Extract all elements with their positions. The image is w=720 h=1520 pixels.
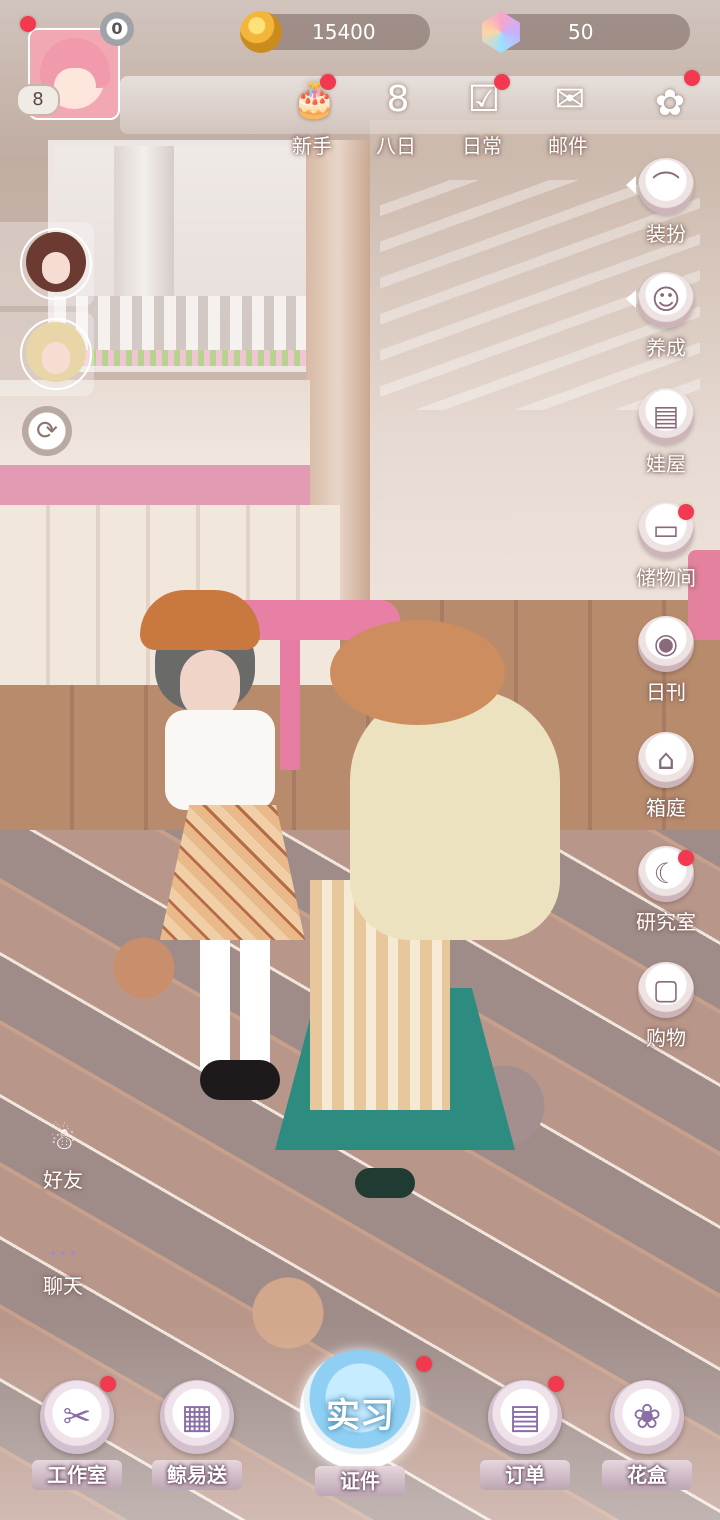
studio-badge — [100, 1376, 116, 1392]
nurture-button[interactable]: ☺ 养成 — [618, 272, 718, 372]
doll-2-shoes[interactable] — [355, 1168, 415, 1198]
lab-badge — [678, 850, 694, 866]
orders-button[interactable]: ▤ 订单 — [470, 1380, 580, 1500]
portrait-face — [42, 342, 70, 374]
chat-bubble-icon: … — [48, 1228, 78, 1263]
gem-counter[interactable]: 50 — [490, 14, 690, 50]
order-paper-icon: ▤ — [488, 1380, 562, 1454]
newbie-button[interactable]: 🎂 新手 — [272, 78, 352, 168]
doll-house-label: 娃屋 — [646, 452, 686, 476]
shop-label: 购物 — [646, 1026, 686, 1050]
dress-up-button[interactable]: ⌒ 装扮 — [618, 158, 718, 258]
chat-button[interactable]: … 聊天 — [18, 1226, 108, 1306]
scissors-book-icon: ✂ — [40, 1380, 114, 1454]
expand-arrow-icon — [626, 176, 636, 194]
doll-house-button[interactable]: ▤ 娃屋 — [618, 388, 718, 488]
box-garden-label: 箱庭 — [646, 796, 686, 820]
friends-button[interactable]: ☃ 好友 — [18, 1120, 108, 1200]
daily-news-button[interactable]: ◉ 日刊 — [618, 616, 718, 716]
storage-badge — [678, 504, 694, 520]
lab-label: 研究室 — [636, 910, 696, 934]
doll-2-hat[interactable] — [330, 620, 505, 725]
eight-day-button[interactable]: 8 八日 — [356, 78, 436, 168]
gold-coin-icon — [240, 11, 282, 53]
house-lock-icon: ⌂ — [638, 732, 694, 788]
friends-icon: ☃ — [49, 1122, 77, 1157]
player-level-badge: 8 — [16, 84, 60, 116]
pink-panel — [0, 465, 310, 510]
mail-label: 邮件 — [548, 134, 588, 158]
gem-amount: 50 — [568, 20, 594, 44]
studio-label: 工作室 — [32, 1460, 122, 1490]
portrait-face — [42, 252, 70, 284]
dress-up-label: 装扮 — [646, 222, 686, 246]
doll-portrait-brown-hair — [20, 228, 92, 300]
eight-day-calendar-icon: 8 — [386, 79, 410, 120]
delivery-label: 鲸易送 — [152, 1460, 242, 1490]
doll-1-legs[interactable] — [200, 940, 270, 1070]
internship-certificate-button[interactable]: 实习 证件 — [300, 1350, 420, 1500]
shop-button[interactable]: ▢ 购物 — [618, 962, 718, 1062]
newbie-label: 新手 — [292, 134, 332, 158]
game-scene — [0, 0, 720, 1520]
coin-amount: 15400 — [312, 20, 376, 44]
orders-badge — [548, 1376, 564, 1392]
mail-button[interactable]: ✉ 邮件 — [528, 78, 608, 168]
doll-face-icon: ☺ — [638, 272, 694, 328]
storage-label: 储物间 — [636, 566, 696, 590]
mail-icon: ✉ — [554, 79, 586, 120]
doll-1-shoes[interactable] — [200, 1060, 280, 1100]
refresh-icon[interactable]: ⟳ — [22, 406, 72, 456]
doll-2-hair[interactable] — [350, 690, 560, 940]
daily-button[interactable]: ☑ 日常 — [442, 78, 522, 168]
lab-button[interactable]: ☾ 研究室 — [618, 846, 718, 946]
side-character-tab-1[interactable] — [0, 222, 94, 306]
storage-button[interactable]: ▭ 储物间 — [618, 502, 718, 602]
vip-badge[interactable]: 0 — [100, 12, 134, 46]
eight-day-label: 八日 — [376, 134, 416, 158]
avatar-notification-dot — [20, 16, 36, 32]
doll-1-beret[interactable] — [140, 590, 260, 650]
flower-box-button[interactable]: ❀ 花盒 — [592, 1380, 702, 1500]
studio-button[interactable]: ✂ 工作室 — [22, 1380, 132, 1500]
daily-badge — [494, 74, 510, 90]
flower-lock-icon: ❀ — [610, 1380, 684, 1454]
daily-label: 日常 — [462, 134, 502, 158]
more-menu-badge — [684, 70, 700, 86]
camera-icon: ◉ — [638, 616, 694, 672]
stool-leg — [280, 640, 300, 770]
doll-portrait-blonde-hair — [20, 318, 92, 390]
certificate-label: 证件 — [315, 1466, 405, 1496]
friends-label: 好友 — [43, 1168, 83, 1192]
delivery-button[interactable]: ▦ 鲸易送 — [142, 1380, 252, 1500]
delivery-box-icon: ▦ — [160, 1380, 234, 1454]
shopping-bag-icon: ▢ — [638, 962, 694, 1018]
doll-1-shirt[interactable] — [165, 710, 275, 810]
side-character-tab-2[interactable] — [0, 312, 94, 396]
orders-label: 订单 — [480, 1460, 570, 1490]
flower-menu-icon: ✿ — [654, 83, 686, 124]
daily-news-label: 日刊 — [646, 680, 686, 704]
hanger-icon: ⌒ — [638, 158, 694, 214]
avatar-face — [54, 68, 96, 104]
certificate-badge — [416, 1356, 432, 1372]
chat-label: 聊天 — [43, 1274, 83, 1298]
flower-box-label: 花盒 — [602, 1460, 692, 1490]
nurture-label: 养成 — [646, 336, 686, 360]
expand-arrow-icon — [626, 290, 636, 308]
orb-text: 实习 — [326, 1396, 394, 1436]
box-garden-button[interactable]: ⌂ 箱庭 — [618, 732, 718, 832]
cabinet-icon: ▤ — [638, 388, 694, 444]
newbie-badge — [320, 74, 336, 90]
